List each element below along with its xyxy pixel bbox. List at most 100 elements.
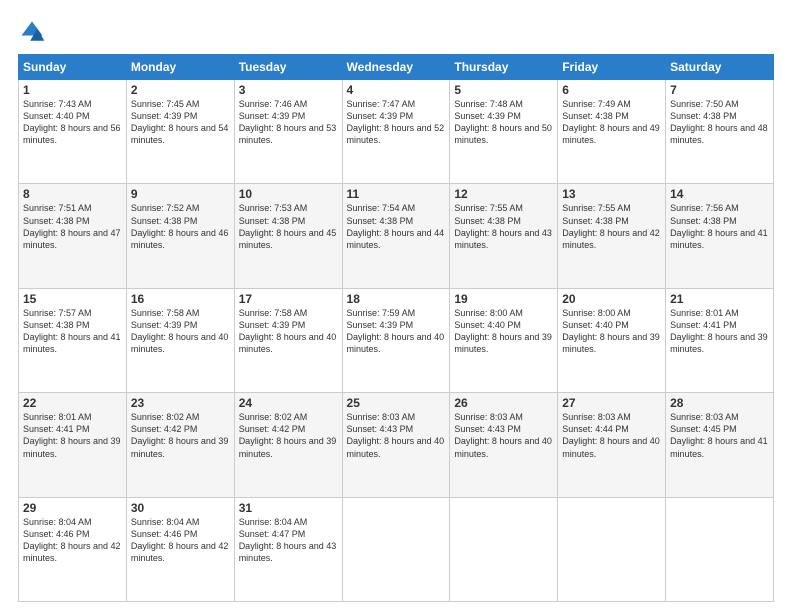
day-number: 3 <box>239 83 338 97</box>
cell-info: Sunrise: 7:49 AMSunset: 4:38 PMDaylight:… <box>562 98 661 147</box>
calendar-cell: 23Sunrise: 8:02 AMSunset: 4:42 PMDayligh… <box>126 393 234 497</box>
cell-info: Sunrise: 8:00 AMSunset: 4:40 PMDaylight:… <box>562 307 661 356</box>
calendar-cell: 17Sunrise: 7:58 AMSunset: 4:39 PMDayligh… <box>234 288 342 392</box>
cell-info: Sunrise: 7:43 AMSunset: 4:40 PMDaylight:… <box>23 98 122 147</box>
cell-info: Sunrise: 7:52 AMSunset: 4:38 PMDaylight:… <box>131 202 230 251</box>
cell-info: Sunrise: 8:00 AMSunset: 4:40 PMDaylight:… <box>454 307 553 356</box>
calendar-cell: 15Sunrise: 7:57 AMSunset: 4:38 PMDayligh… <box>19 288 127 392</box>
cell-info: Sunrise: 8:04 AMSunset: 4:47 PMDaylight:… <box>239 516 338 565</box>
day-number: 25 <box>347 396 446 410</box>
day-number: 24 <box>239 396 338 410</box>
day-number: 8 <box>23 187 122 201</box>
day-header-wednesday: Wednesday <box>342 55 450 80</box>
calendar-cell: 5Sunrise: 7:48 AMSunset: 4:39 PMDaylight… <box>450 80 558 184</box>
logo-icon <box>18 18 46 46</box>
day-header-tuesday: Tuesday <box>234 55 342 80</box>
cell-info: Sunrise: 8:02 AMSunset: 4:42 PMDaylight:… <box>239 411 338 460</box>
days-header-row: SundayMondayTuesdayWednesdayThursdayFrid… <box>19 55 774 80</box>
calendar-cell: 2Sunrise: 7:45 AMSunset: 4:39 PMDaylight… <box>126 80 234 184</box>
calendar-cell: 6Sunrise: 7:49 AMSunset: 4:38 PMDaylight… <box>558 80 666 184</box>
calendar-cell: 13Sunrise: 7:55 AMSunset: 4:38 PMDayligh… <box>558 184 666 288</box>
day-header-monday: Monday <box>126 55 234 80</box>
day-header-thursday: Thursday <box>450 55 558 80</box>
page: SundayMondayTuesdayWednesdayThursdayFrid… <box>0 0 792 612</box>
calendar-cell: 7Sunrise: 7:50 AMSunset: 4:38 PMDaylight… <box>666 80 774 184</box>
calendar-table: SundayMondayTuesdayWednesdayThursdayFrid… <box>18 54 774 602</box>
cell-info: Sunrise: 7:55 AMSunset: 4:38 PMDaylight:… <box>562 202 661 251</box>
week-row-0: 1Sunrise: 7:43 AMSunset: 4:40 PMDaylight… <box>19 80 774 184</box>
day-number: 12 <box>454 187 553 201</box>
calendar-cell: 21Sunrise: 8:01 AMSunset: 4:41 PMDayligh… <box>666 288 774 392</box>
cell-info: Sunrise: 7:57 AMSunset: 4:38 PMDaylight:… <box>23 307 122 356</box>
cell-info: Sunrise: 7:58 AMSunset: 4:39 PMDaylight:… <box>239 307 338 356</box>
cell-info: Sunrise: 8:03 AMSunset: 4:43 PMDaylight:… <box>347 411 446 460</box>
day-number: 28 <box>670 396 769 410</box>
day-number: 14 <box>670 187 769 201</box>
day-number: 9 <box>131 187 230 201</box>
calendar-cell: 24Sunrise: 8:02 AMSunset: 4:42 PMDayligh… <box>234 393 342 497</box>
day-number: 23 <box>131 396 230 410</box>
day-number: 27 <box>562 396 661 410</box>
calendar-cell: 27Sunrise: 8:03 AMSunset: 4:44 PMDayligh… <box>558 393 666 497</box>
day-header-sunday: Sunday <box>19 55 127 80</box>
calendar-cell <box>450 497 558 601</box>
cell-info: Sunrise: 8:03 AMSunset: 4:45 PMDaylight:… <box>670 411 769 460</box>
day-header-saturday: Saturday <box>666 55 774 80</box>
header <box>18 18 774 46</box>
calendar-cell: 14Sunrise: 7:56 AMSunset: 4:38 PMDayligh… <box>666 184 774 288</box>
day-number: 1 <box>23 83 122 97</box>
calendar-cell: 30Sunrise: 8:04 AMSunset: 4:46 PMDayligh… <box>126 497 234 601</box>
cell-info: Sunrise: 7:45 AMSunset: 4:39 PMDaylight:… <box>131 98 230 147</box>
cell-info: Sunrise: 8:04 AMSunset: 4:46 PMDaylight:… <box>23 516 122 565</box>
day-number: 26 <box>454 396 553 410</box>
calendar-cell: 26Sunrise: 8:03 AMSunset: 4:43 PMDayligh… <box>450 393 558 497</box>
day-number: 29 <box>23 501 122 515</box>
cell-info: Sunrise: 8:03 AMSunset: 4:43 PMDaylight:… <box>454 411 553 460</box>
cell-info: Sunrise: 8:02 AMSunset: 4:42 PMDaylight:… <box>131 411 230 460</box>
day-number: 20 <box>562 292 661 306</box>
calendar-cell: 25Sunrise: 8:03 AMSunset: 4:43 PMDayligh… <box>342 393 450 497</box>
day-number: 21 <box>670 292 769 306</box>
calendar-cell: 22Sunrise: 8:01 AMSunset: 4:41 PMDayligh… <box>19 393 127 497</box>
day-number: 6 <box>562 83 661 97</box>
calendar-cell <box>558 497 666 601</box>
day-number: 4 <box>347 83 446 97</box>
calendar-cell: 31Sunrise: 8:04 AMSunset: 4:47 PMDayligh… <box>234 497 342 601</box>
day-number: 22 <box>23 396 122 410</box>
cell-info: Sunrise: 7:56 AMSunset: 4:38 PMDaylight:… <box>670 202 769 251</box>
cell-info: Sunrise: 8:04 AMSunset: 4:46 PMDaylight:… <box>131 516 230 565</box>
calendar-cell: 28Sunrise: 8:03 AMSunset: 4:45 PMDayligh… <box>666 393 774 497</box>
day-number: 19 <box>454 292 553 306</box>
calendar-cell: 18Sunrise: 7:59 AMSunset: 4:39 PMDayligh… <box>342 288 450 392</box>
day-number: 13 <box>562 187 661 201</box>
day-number: 5 <box>454 83 553 97</box>
calendar-cell: 8Sunrise: 7:51 AMSunset: 4:38 PMDaylight… <box>19 184 127 288</box>
day-number: 30 <box>131 501 230 515</box>
day-number: 7 <box>670 83 769 97</box>
cell-info: Sunrise: 7:53 AMSunset: 4:38 PMDaylight:… <box>239 202 338 251</box>
calendar-cell <box>666 497 774 601</box>
day-header-friday: Friday <box>558 55 666 80</box>
calendar-cell: 12Sunrise: 7:55 AMSunset: 4:38 PMDayligh… <box>450 184 558 288</box>
cell-info: Sunrise: 7:48 AMSunset: 4:39 PMDaylight:… <box>454 98 553 147</box>
cell-info: Sunrise: 7:51 AMSunset: 4:38 PMDaylight:… <box>23 202 122 251</box>
day-number: 10 <box>239 187 338 201</box>
cell-info: Sunrise: 7:54 AMSunset: 4:38 PMDaylight:… <box>347 202 446 251</box>
calendar-cell: 9Sunrise: 7:52 AMSunset: 4:38 PMDaylight… <box>126 184 234 288</box>
calendar-cell: 4Sunrise: 7:47 AMSunset: 4:39 PMDaylight… <box>342 80 450 184</box>
calendar-cell <box>342 497 450 601</box>
cell-info: Sunrise: 8:01 AMSunset: 4:41 PMDaylight:… <box>23 411 122 460</box>
calendar-cell: 19Sunrise: 8:00 AMSunset: 4:40 PMDayligh… <box>450 288 558 392</box>
week-row-3: 22Sunrise: 8:01 AMSunset: 4:41 PMDayligh… <box>19 393 774 497</box>
day-number: 31 <box>239 501 338 515</box>
cell-info: Sunrise: 7:50 AMSunset: 4:38 PMDaylight:… <box>670 98 769 147</box>
day-number: 17 <box>239 292 338 306</box>
day-number: 2 <box>131 83 230 97</box>
logo <box>18 18 50 46</box>
calendar-cell: 29Sunrise: 8:04 AMSunset: 4:46 PMDayligh… <box>19 497 127 601</box>
cell-info: Sunrise: 7:55 AMSunset: 4:38 PMDaylight:… <box>454 202 553 251</box>
cell-info: Sunrise: 7:58 AMSunset: 4:39 PMDaylight:… <box>131 307 230 356</box>
day-number: 11 <box>347 187 446 201</box>
calendar-cell: 11Sunrise: 7:54 AMSunset: 4:38 PMDayligh… <box>342 184 450 288</box>
day-number: 16 <box>131 292 230 306</box>
